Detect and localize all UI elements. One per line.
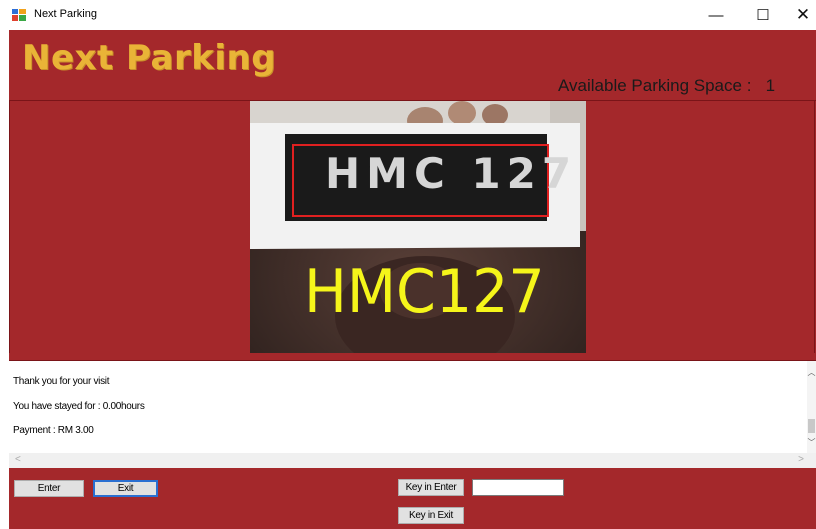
log-line-payment: Payment : RM 3.00 bbox=[13, 425, 94, 436]
title-bar: Next Parking — ☐ ✕ bbox=[0, 0, 816, 30]
enter-button[interactable]: Enter bbox=[14, 480, 84, 497]
plate-characters: HMC 127 bbox=[325, 149, 578, 198]
recognized-plate-overlay: HMC127 bbox=[304, 257, 545, 327]
key-in-enter-button[interactable]: Key in Enter bbox=[398, 479, 464, 496]
app-window-icon bbox=[12, 9, 26, 21]
minimize-button[interactable]: — bbox=[693, 0, 739, 30]
scroll-thumb[interactable] bbox=[808, 419, 815, 433]
exit-button[interactable]: Exit bbox=[93, 480, 158, 497]
key-in-exit-button[interactable]: Key in Exit bbox=[398, 507, 464, 524]
scroll-right-icon[interactable]: > bbox=[798, 454, 804, 465]
app-logo: Next Parking bbox=[22, 38, 277, 78]
plate-number-input[interactable] bbox=[472, 479, 564, 496]
available-parking-label: Available Parking Space : bbox=[558, 76, 752, 95]
horizontal-scrollbar[interactable]: < > bbox=[9, 453, 816, 468]
message-log[interactable]: Thank you for your visit You have stayed… bbox=[9, 360, 816, 468]
camera-feed: HMC 127 HMC127 bbox=[250, 101, 586, 353]
log-line-duration: You have stayed for : 0.00hours bbox=[13, 401, 145, 412]
scroll-left-icon[interactable]: < bbox=[15, 454, 21, 465]
scroll-up-icon[interactable]: ︿ bbox=[807, 367, 816, 378]
log-line-thanks: Thank you for your visit bbox=[13, 376, 110, 387]
vertical-scrollbar[interactable]: ︿ ﹀ bbox=[807, 361, 816, 453]
close-button[interactable]: ✕ bbox=[780, 0, 816, 30]
available-parking-space: Available Parking Space : 1 bbox=[558, 76, 775, 96]
window-title: Next Parking bbox=[34, 8, 97, 20]
available-parking-count: 1 bbox=[765, 76, 776, 95]
scroll-down-icon[interactable]: ﹀ bbox=[807, 437, 816, 448]
